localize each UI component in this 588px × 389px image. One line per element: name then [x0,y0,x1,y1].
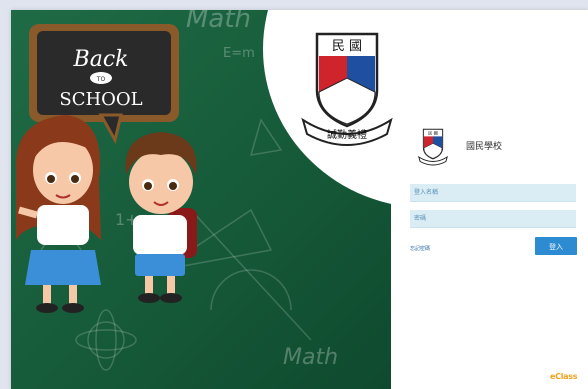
school-name: 國民學校 [466,142,503,152]
emblem-small-top-text: 民 國 [428,130,438,135]
forgot-password-link[interactable]: 忘記密碼 [410,245,430,252]
login-window: Math E=m 1+ Math Back TO SCHOOL 民 國 誠勤義禮… [11,10,588,389]
eclass-logo: eClass [550,372,578,381]
chalkboard-to-text: TO [96,76,106,83]
login-button[interactable]: 登入 [535,237,577,255]
chalkboard-school-text: SCHOOL [59,89,142,110]
school-emblem-small: 民 國 [418,128,448,166]
boy-character [125,132,197,303]
emblem-top-text: 民 國 [332,39,362,54]
school-header: 民 國 國民學校 [416,128,586,168]
emblem-motto-text: 誠勤義禮 [327,128,367,141]
girl-character [15,115,101,313]
password-input[interactable] [410,210,576,228]
username-input[interactable] [410,184,576,202]
chalkboard-back-text: Back [73,47,129,72]
school-emblem-large: 民 國 誠勤義禮 [301,32,393,146]
